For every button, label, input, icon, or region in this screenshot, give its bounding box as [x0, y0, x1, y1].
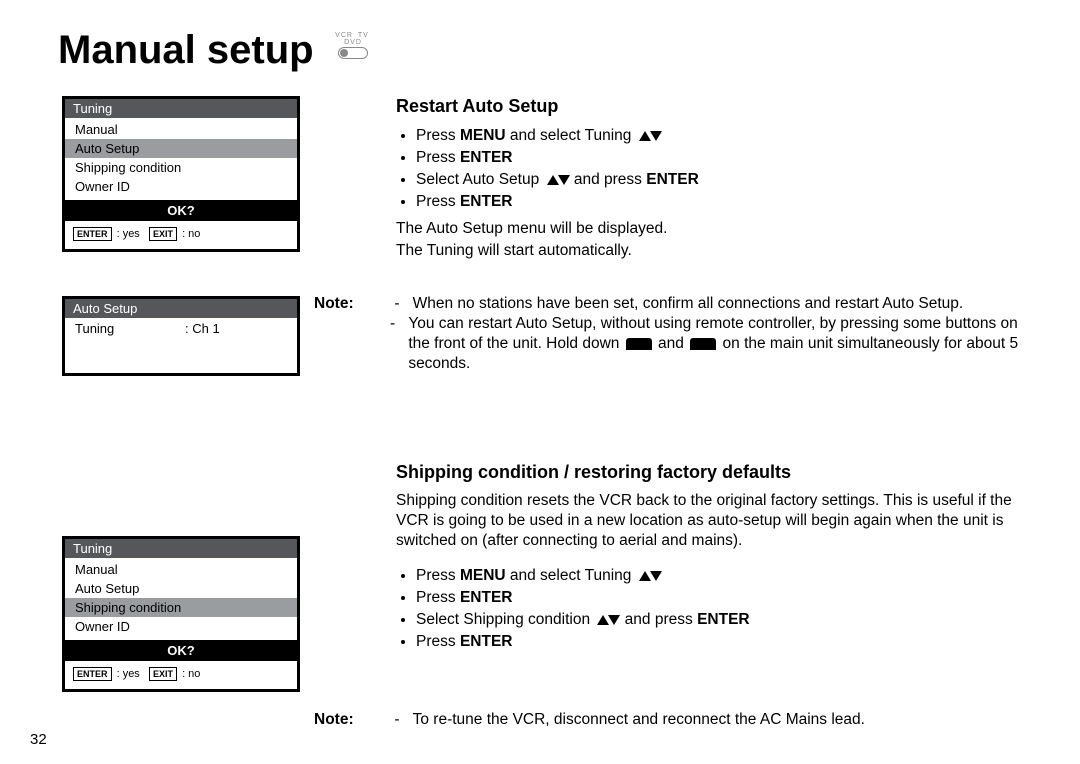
unit-button-icon [690, 338, 716, 350]
unit-button-icon [626, 338, 652, 350]
osd-ok-bar: OK? [65, 200, 297, 221]
instruction-step: Press MENU and select Tuning [416, 125, 1036, 147]
osd-item-autosetup: Auto Setup [65, 579, 297, 598]
body-text: Shipping condition resets the VCR back t… [396, 491, 1036, 551]
instruction-list: Press MENU and select Tuning Press ENTER… [396, 125, 1036, 213]
down-arrow-icon [608, 615, 620, 625]
osd-autosetup-progress: Auto Setup Tuning : Ch 1 [62, 296, 300, 376]
osd-item-shipping: Shipping condition [65, 598, 297, 617]
note-label: Note: [314, 710, 390, 730]
osd-item-manual: Manual [65, 120, 297, 139]
instruction-step: Select Auto Setup and press ENTER [416, 169, 1036, 191]
osd-tuning-key: Tuning [75, 321, 185, 336]
osd-hints: ENTER : yes EXIT : no [65, 221, 297, 245]
enter-key-icon: ENTER [73, 667, 112, 681]
body-text: The Tuning will start automatically. [396, 241, 1036, 261]
instruction-list: Press MENU and select Tuning Press ENTER… [396, 565, 1036, 653]
osd-item-ownerid: Owner ID [65, 617, 297, 636]
note-label: Note: [314, 294, 390, 314]
mode-selector-icon: VCR TV DVD [325, 32, 381, 59]
down-arrow-icon [558, 175, 570, 185]
instruction-step: Press ENTER [416, 631, 1036, 653]
note-text: You can restart Auto Setup, without usin… [408, 314, 1038, 374]
note-block: Note: - When no stations have been set, … [314, 294, 1054, 374]
page-title: Manual setup [58, 28, 314, 73]
section-shipping-condition: Shipping condition / restoring factory d… [396, 462, 1036, 659]
instruction-step: Press ENTER [416, 147, 1036, 169]
enter-key-icon: ENTER [73, 227, 112, 241]
section-heading: Restart Auto Setup [396, 96, 1036, 117]
instruction-step: Select Shipping condition and press ENTE… [416, 609, 1036, 631]
osd-tuning-autosetup: Tuning Manual Auto Setup Shipping condit… [62, 96, 300, 252]
instruction-step: Press ENTER [416, 587, 1036, 609]
manual-page: Manual setup VCR TV DVD Tuning Manual Au… [0, 0, 1080, 764]
osd-item-shipping: Shipping condition [65, 158, 297, 177]
osd-titlebar: Auto Setup [65, 299, 297, 318]
section-heading: Shipping condition / restoring factory d… [396, 462, 1036, 483]
section-restart-auto-setup: Restart Auto Setup Press MENU and select… [396, 96, 1036, 267]
osd-tuning-shipping: Tuning Manual Auto Setup Shipping condit… [62, 536, 300, 692]
osd-tuning-val: : Ch 1 [185, 321, 220, 336]
osd-item-autosetup: Auto Setup [65, 139, 297, 158]
page-number: 32 [30, 731, 47, 748]
note-block: Note: - To re-tune the VCR, disconnect a… [314, 710, 1054, 730]
osd-titlebar: Tuning [65, 99, 297, 118]
note-text: When no stations have been set, confirm … [413, 294, 1043, 314]
body-text: The Auto Setup menu will be displayed. [396, 219, 1036, 239]
osd-titlebar: Tuning [65, 539, 297, 558]
note-text: To re-tune the VCR, disconnect and recon… [413, 710, 1043, 730]
instruction-step: Press MENU and select Tuning [416, 565, 1036, 587]
instruction-step: Press ENTER [416, 191, 1036, 213]
osd-hints: ENTER : yes EXIT : no [65, 661, 297, 685]
down-arrow-icon [650, 571, 662, 581]
osd-item-manual: Manual [65, 560, 297, 579]
osd-ok-bar: OK? [65, 640, 297, 661]
osd-item-ownerid: Owner ID [65, 177, 297, 196]
exit-key-icon: EXIT [149, 227, 177, 241]
exit-key-icon: EXIT [149, 667, 177, 681]
down-arrow-icon [650, 131, 662, 141]
